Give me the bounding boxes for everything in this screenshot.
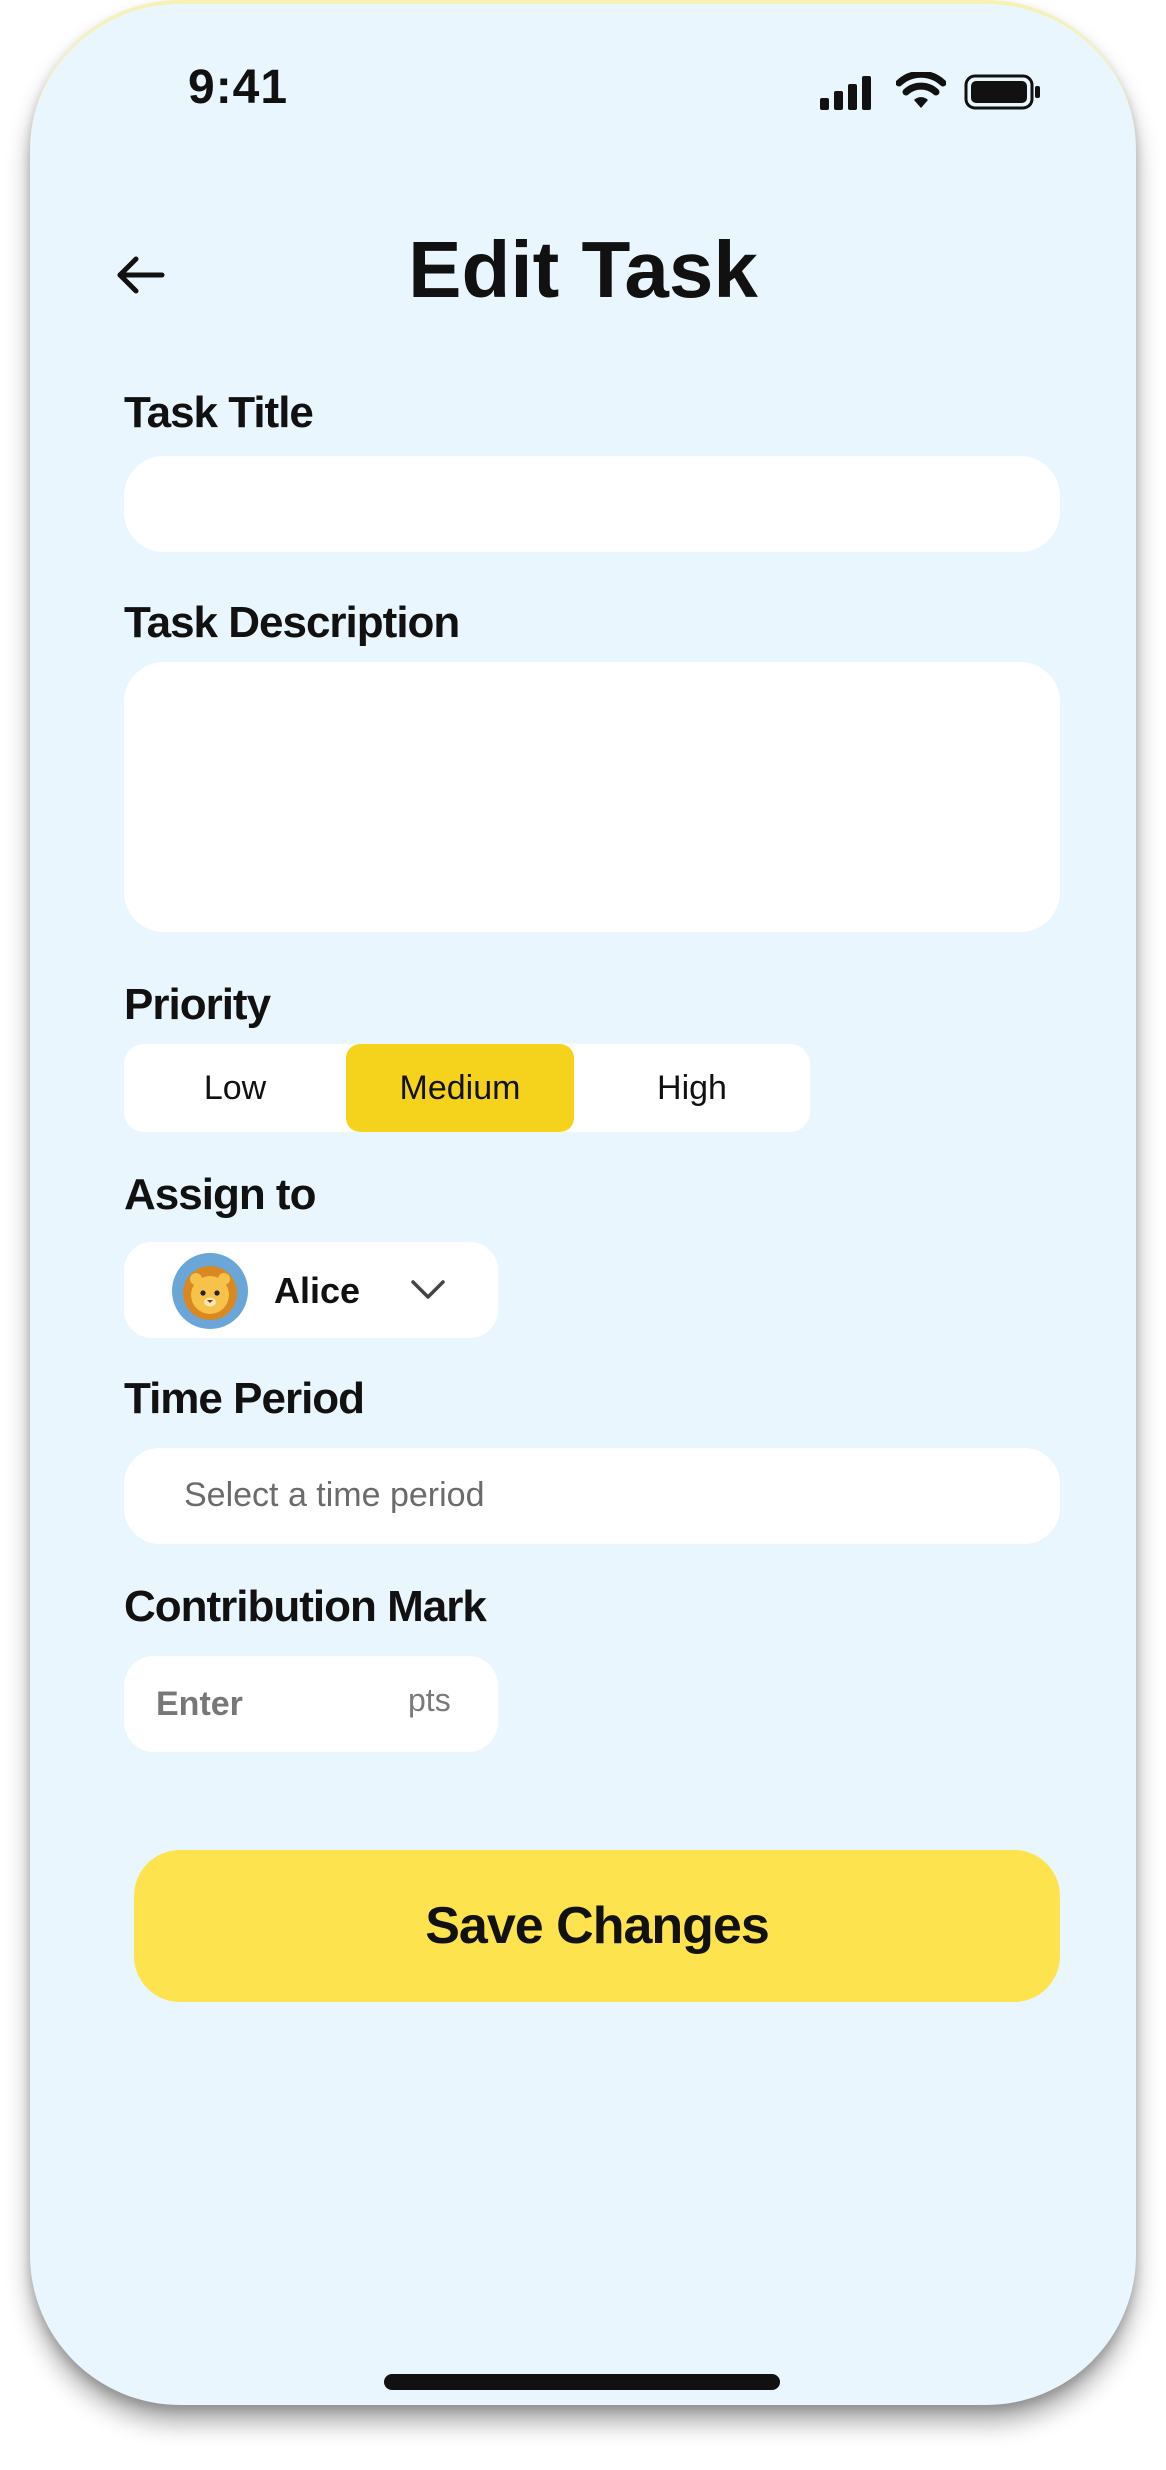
priority-label: Priority — [124, 980, 271, 1029]
contribution-mark-field: pts — [124, 1656, 498, 1752]
wifi-icon — [896, 72, 946, 108]
assignee-name: Alice — [274, 1270, 361, 1311]
priority-low-option[interactable]: Low — [124, 1044, 346, 1132]
task-title-input[interactable] — [124, 456, 1060, 552]
assign-to-dropdown[interactable]: Alice — [124, 1242, 498, 1338]
phone-screen: 9:41 Edit Task Task Title Task Descripti… — [30, 0, 1136, 2405]
points-unit: pts — [408, 1682, 451, 1718]
task-title-label: Task Title — [124, 388, 314, 437]
priority-segmented-control: Low Medium High — [124, 1044, 810, 1132]
lion-icon — [183, 1266, 237, 1320]
save-changes-button[interactable]: Save Changes — [134, 1850, 1060, 2002]
lion-avatar — [172, 1253, 248, 1329]
task-description-field — [124, 662, 1060, 932]
task-description-label: Task Description — [124, 598, 460, 647]
status-time: 9:41 — [188, 61, 289, 114]
contribution-mark-input[interactable] — [124, 1656, 384, 1752]
status-icons — [820, 68, 1070, 114]
task-title-field — [124, 456, 1060, 552]
priority-medium-option[interactable]: Medium — [346, 1044, 574, 1132]
battery-icon — [964, 74, 1040, 110]
home-indicator[interactable] — [384, 2374, 780, 2390]
priority-high-option[interactable]: High — [574, 1044, 810, 1132]
assign-to-label: Assign to — [124, 1170, 316, 1219]
time-period-label: Time Period — [124, 1374, 365, 1423]
page-title: Edit Task — [408, 225, 758, 314]
time-period-select[interactable]: Select a time period — [124, 1448, 1060, 1544]
task-description-input[interactable] — [124, 662, 1060, 932]
chevron-down-icon — [411, 1280, 445, 1299]
cellular-signal-icon — [820, 76, 871, 110]
contribution-mark-label: Contribution Mark — [124, 1582, 487, 1631]
time-period-placeholder: Select a time period — [184, 1476, 485, 1514]
